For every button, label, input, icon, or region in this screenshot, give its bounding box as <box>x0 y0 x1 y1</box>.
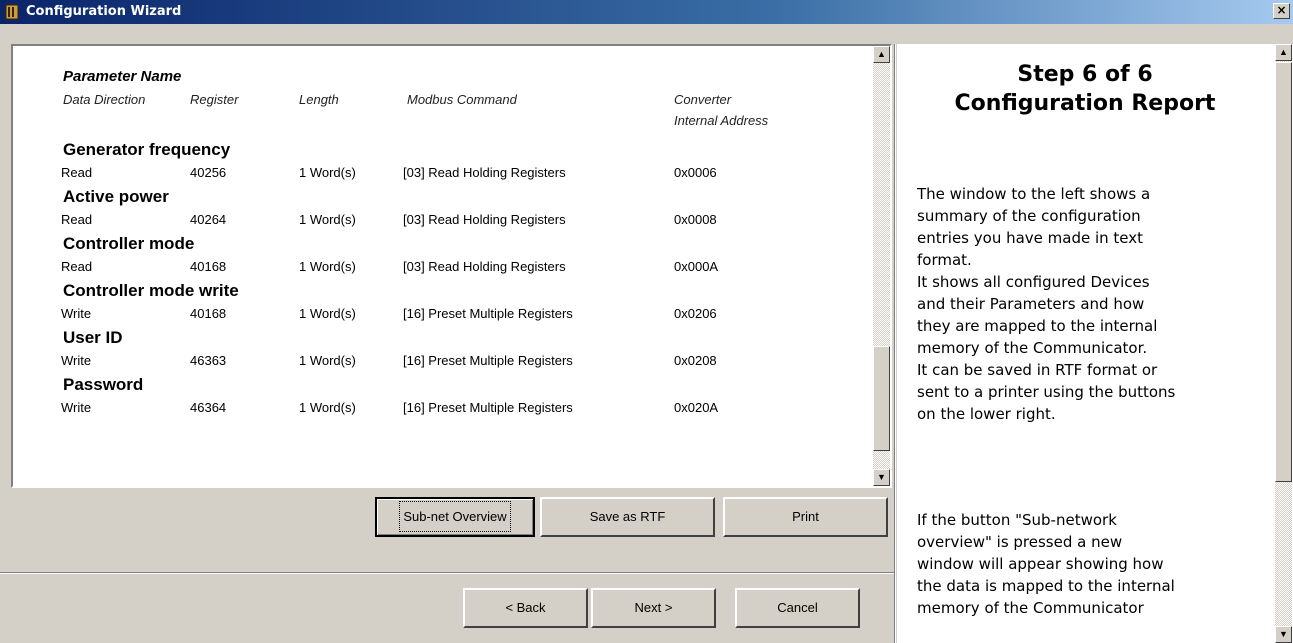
cell-address: 0x000A <box>674 259 719 274</box>
cell-address: 0x0006 <box>674 165 717 180</box>
parameter-name: Active power <box>63 187 169 206</box>
cell-register: 40168 <box>190 306 227 321</box>
cell-direction: Read <box>61 259 93 274</box>
help-step-subtitle: Configuration Report <box>954 91 1216 116</box>
wizard-app-icon <box>5 4 19 20</box>
window-title: Configuration Wizard <box>26 4 182 19</box>
header-register: Register <box>190 92 239 107</box>
report-content: Parameter Name Data Direction Register L… <box>13 46 863 486</box>
vertical-divider <box>894 44 896 643</box>
cell-register: 46363 <box>190 353 227 368</box>
header-parameter-name: Parameter Name <box>63 68 182 85</box>
cell-command: [03] Read Holding Registers <box>403 212 566 227</box>
cell-address: 0x0008 <box>674 212 717 227</box>
header-internal-address: Internal Address <box>674 113 769 128</box>
cell-register: 40256 <box>190 165 227 180</box>
next-button[interactable]: Next > <box>591 588 716 628</box>
scroll-up-arrow-icon[interactable]: ▲ <box>873 46 890 63</box>
header-modbus-command: Modbus Command <box>407 92 517 107</box>
cell-address: 0x020A <box>674 400 719 415</box>
header-converter: Converter <box>674 92 732 107</box>
header-data-direction: Data Direction <box>63 92 146 107</box>
cell-register: 46364 <box>190 400 227 415</box>
scrollbar-thumb[interactable] <box>873 346 890 451</box>
cell-direction: Write <box>61 353 92 368</box>
cell-register: 40168 <box>190 259 227 274</box>
cell-length: 1 Word(s) <box>299 212 356 227</box>
help-panel[interactable]: Step 6 of 6 Configuration Report The win… <box>897 44 1293 643</box>
print-button[interactable]: Print <box>723 497 888 537</box>
cell-length: 1 Word(s) <box>299 165 356 180</box>
save-as-rtf-button[interactable]: Save as RTF <box>540 497 715 537</box>
help-paragraph: If the button "Sub-network overview" is … <box>917 511 1175 617</box>
cell-address: 0x0208 <box>674 353 717 368</box>
parameter-name: Controller mode <box>63 234 195 253</box>
scroll-down-arrow-icon[interactable]: ▼ <box>1275 626 1292 643</box>
help-scrollbar[interactable]: ▲ ▼ <box>1275 44 1292 643</box>
configuration-report-panel[interactable]: Parameter Name Data Direction Register L… <box>11 44 892 488</box>
cancel-button[interactable]: Cancel <box>735 588 860 628</box>
cell-command: [03] Read Holding Registers <box>403 165 566 180</box>
cell-address: 0x0206 <box>674 306 717 321</box>
cell-register: 40264 <box>190 212 227 227</box>
report-scrollbar[interactable]: ▲ ▼ <box>873 46 890 486</box>
parameter-name: Password <box>63 375 144 394</box>
cell-direction: Write <box>61 306 92 321</box>
cell-direction: Write <box>61 400 92 415</box>
cell-command: [16] Preset Multiple Registers <box>403 353 573 368</box>
cell-command: [16] Preset Multiple Registers <box>403 306 573 321</box>
scrollbar-thumb[interactable] <box>1275 62 1292 482</box>
cell-length: 1 Word(s) <box>299 353 356 368</box>
cell-direction: Read <box>61 212 93 227</box>
cell-command: [03] Read Holding Registers <box>403 259 566 274</box>
header-length: Length <box>299 92 339 107</box>
scroll-up-arrow-icon[interactable]: ▲ <box>1275 44 1292 61</box>
parameter-name: Controller mode write <box>63 281 239 300</box>
cell-direction: Read <box>61 165 93 180</box>
back-button[interactable]: < Back <box>463 588 588 628</box>
cell-length: 1 Word(s) <box>299 259 356 274</box>
scroll-down-arrow-icon[interactable]: ▼ <box>873 469 890 486</box>
parameter-name: Generator frequency <box>63 140 231 159</box>
separator <box>0 572 896 574</box>
subnet-overview-button[interactable]: Sub-net Overview <box>375 497 535 537</box>
cell-length: 1 Word(s) <box>299 400 356 415</box>
parameter-name: User ID <box>63 328 123 347</box>
title-bar: Configuration Wizard × <box>0 0 1293 24</box>
help-paragraph: The window to the left shows a summary o… <box>917 185 1176 423</box>
help-step-title: Step 6 of 6 <box>1017 62 1153 87</box>
cell-length: 1 Word(s) <box>299 306 356 321</box>
cell-command: [16] Preset Multiple Registers <box>403 400 573 415</box>
close-button[interactable]: × <box>1273 3 1290 19</box>
subnet-overview-label: Sub-net Overview <box>399 501 511 532</box>
